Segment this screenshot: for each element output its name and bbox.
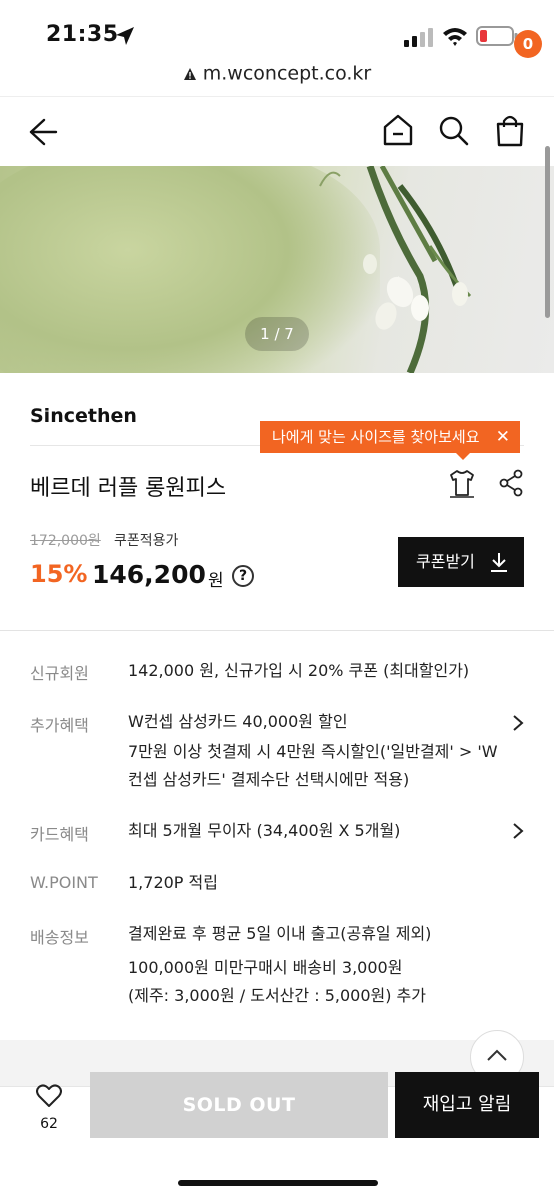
original-price: 172,000원 (30, 533, 101, 549)
page-scrollbar[interactable] (545, 146, 550, 318)
benefit-line: W컨셉 삼성카드 40,000원 할인 (128, 712, 348, 731)
cart-count-badge[interactable]: 0 (514, 30, 542, 58)
benefit-line: 7만원 이상 첫결제 시 4만원 즉시할인('일반결제' > 'W (128, 742, 498, 761)
benefit-label: 신규회원 (30, 664, 89, 683)
heart-icon[interactable] (36, 1084, 62, 1108)
home-icon[interactable] (382, 113, 414, 147)
shopping-bag-icon[interactable] (494, 113, 526, 147)
tooltip-close-icon[interactable]: ✕ (496, 421, 510, 453)
benefit-label: 배송정보 (30, 928, 89, 947)
status-time: 21:35 (46, 22, 119, 47)
benefit-line: (제주: 3,000원 / 도서산간 : 5,000원) 추가 (128, 986, 426, 1005)
warning-icon (183, 67, 196, 80)
home-indicator[interactable] (178, 1180, 378, 1186)
tooltip-arrow (456, 453, 470, 460)
download-icon (491, 553, 507, 572)
search-icon[interactable] (438, 115, 470, 147)
back-arrow-icon[interactable] (28, 117, 58, 147)
size-finder-tooltip[interactable]: 나에게 맞는 사이즈를 찾아보세요 ✕ (260, 421, 520, 460)
price-help-icon[interactable]: ? (232, 565, 254, 587)
size-finder-tooltip-text: 나에게 맞는 사이즈를 찾아보세요 (272, 428, 480, 446)
url-bar[interactable]: m.wconcept.co.kr (0, 62, 554, 96)
get-coupon-button[interactable]: 쿠폰받기 (398, 537, 524, 587)
share-icon[interactable] (498, 468, 524, 498)
location-arrow-icon (116, 27, 134, 45)
coupon-price-label: 쿠폰적용가 (114, 533, 179, 549)
chevron-right-icon[interactable] (512, 822, 524, 840)
section-divider (0, 630, 554, 631)
benefit-label: W.POINT (30, 873, 98, 892)
benefit-line: 결제완료 후 평균 5일 이내 출고(공휴일 제외) (128, 924, 432, 943)
discount-rate: 15% (30, 560, 88, 588)
site-header (0, 96, 554, 166)
like-count: 62 (40, 1116, 58, 1132)
image-pager: 1 / 7 (245, 317, 309, 351)
product-name: 베르데 러플 롱원피스 (30, 476, 227, 501)
get-coupon-label: 쿠폰받기 (416, 552, 475, 571)
benefit-label: 추가혜택 (30, 716, 89, 735)
chevron-up-icon (487, 1049, 507, 1061)
benefit-label: 카드혜택 (30, 825, 89, 844)
sold-out-button[interactable]: SOLD OUT (90, 1072, 388, 1138)
currency-unit: 원 (208, 571, 224, 591)
chevron-right-icon[interactable] (512, 714, 524, 732)
flower-stems-image (319, 166, 472, 373)
benefit-line: 최대 5개월 무이자 (34,400원 X 5개월) (128, 821, 401, 840)
benefit-line: 컨셉 삼성카드' 결제수단 선택시에만 적용) (128, 770, 410, 789)
benefit-line: 142,000 원, 신규가입 시 20% 쿠폰 (최대할인가) (128, 661, 470, 680)
restock-alert-button[interactable]: 재입고 알림 (395, 1072, 539, 1138)
benefit-line: 1,720P 적립 (128, 873, 218, 892)
wifi-icon (443, 28, 467, 46)
size-shirt-icon[interactable] (448, 468, 476, 498)
sale-price: 146,200 (92, 560, 206, 589)
status-bar: 21:35 (0, 0, 554, 62)
benefit-line: 100,000원 미만구매시 배송비 3,000원 (128, 958, 403, 977)
url-text: m.wconcept.co.kr (202, 62, 372, 85)
battery-low-icon (476, 26, 518, 46)
cellular-signal-icon (404, 28, 433, 47)
brand-name[interactable]: Sincethen (30, 405, 137, 427)
